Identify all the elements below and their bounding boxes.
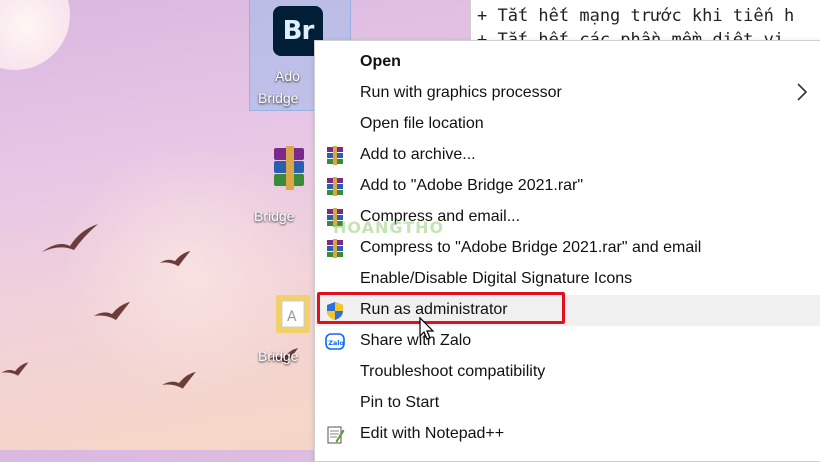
folder-icon: A bbox=[276, 295, 310, 333]
menu-item-label: Open bbox=[360, 53, 401, 70]
menu-item-label: Open file location bbox=[360, 115, 484, 132]
bird-icon bbox=[94, 302, 130, 320]
svg-text:Zalo: Zalo bbox=[328, 339, 344, 347]
bird-icon bbox=[159, 250, 191, 267]
menu-item-label: Compress to "Adobe Bridge 2021.rar" and … bbox=[360, 239, 702, 256]
desktop-icon-folder[interactable]: A Bridge bbox=[250, 285, 314, 375]
editor-line: + Tắt hết mạng trước khi tiến h bbox=[477, 6, 795, 26]
annotation-highlight-box bbox=[317, 292, 565, 324]
zalo-icon: Zalo bbox=[325, 333, 345, 350]
menu-item-label: Enable/Disable Digital Signature Icons bbox=[360, 270, 633, 287]
menu-item-label: Troubleshoot compatibility bbox=[360, 363, 546, 380]
menu-item-label: Pin to Start bbox=[360, 394, 440, 411]
menu-item-open[interactable]: Open bbox=[315, 47, 820, 78]
desktop-icon-label: Bridge bbox=[258, 348, 299, 364]
winrar-icon bbox=[327, 177, 343, 196]
menu-item-label: Edit with Notepad++ bbox=[360, 425, 505, 442]
bird-icon bbox=[1, 362, 29, 376]
context-menu: Open Run with graphics processor Open fi… bbox=[314, 40, 820, 462]
menu-item-edit-with-notepad-plus-plus[interactable]: Edit with Notepad++ bbox=[315, 419, 820, 450]
menu-item-open-file-location[interactable]: Open file location bbox=[315, 109, 820, 140]
bird-icon bbox=[42, 224, 98, 252]
watermark-text: HOANGTHO bbox=[333, 218, 445, 237]
mouse-cursor-icon bbox=[419, 316, 435, 340]
winrar-icon bbox=[327, 146, 343, 165]
menu-item-label: Share with Zalo bbox=[360, 332, 472, 349]
menu-item-add-to-rar[interactable]: Add to "Adobe Bridge 2021.rar" bbox=[315, 171, 820, 202]
desktop-icon-label: Bridge bbox=[254, 208, 295, 224]
menu-item-label: Add to "Adobe Bridge 2021.rar" bbox=[360, 177, 584, 194]
menu-item-pin-to-start[interactable]: Pin to Start bbox=[315, 388, 820, 419]
menu-item-compress-to-rar-and-email[interactable]: Compress to "Adobe Bridge 2021.rar" and … bbox=[315, 233, 820, 264]
menu-item-digital-signature-icons[interactable]: Enable/Disable Digital Signature Icons bbox=[315, 264, 820, 295]
menu-item-share-with-zalo[interactable]: Zalo Share with Zalo bbox=[315, 326, 820, 357]
winrar-icon bbox=[327, 239, 343, 258]
desktop-icon-label: Bridge bbox=[258, 90, 299, 106]
menu-item-add-to-archive[interactable]: Add to archive... bbox=[315, 140, 820, 171]
bird-icon bbox=[162, 371, 196, 389]
menu-item-troubleshoot-compatibility[interactable]: Troubleshoot compatibility bbox=[315, 357, 820, 388]
svg-text:A: A bbox=[287, 309, 297, 325]
chevron-right-icon bbox=[797, 83, 808, 101]
menu-item-label: Add to archive... bbox=[360, 146, 476, 163]
winrar-icon bbox=[274, 146, 304, 190]
menu-item-label: Run with graphics processor bbox=[360, 84, 562, 101]
desktop-icon-label: Ado bbox=[275, 68, 300, 84]
desktop-icon-winrar-archive[interactable]: Bridge bbox=[250, 140, 314, 230]
moon-decoration bbox=[0, 0, 70, 70]
menu-item-run-with-graphics-processor[interactable]: Run with graphics processor bbox=[315, 78, 820, 109]
notepad-plus-plus-icon bbox=[327, 426, 345, 444]
